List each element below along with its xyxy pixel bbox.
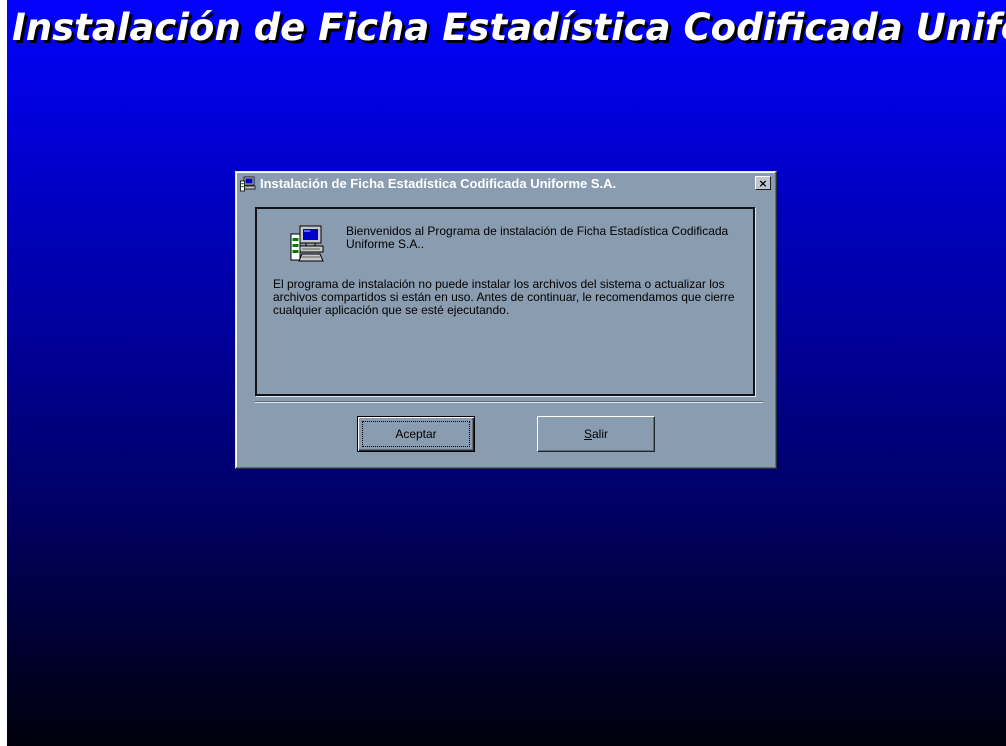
instructions-text: El programa de instalación no puede inst… bbox=[273, 277, 735, 317]
exit-mnemonic: S bbox=[583, 427, 592, 441]
exit-label-rest: alir bbox=[592, 427, 609, 441]
setup-computer-icon bbox=[290, 225, 324, 262]
close-button[interactable]: × bbox=[755, 176, 771, 190]
setup-computer-icon bbox=[240, 176, 256, 192]
welcome-message: Bienvenidos al Programa de instalación d… bbox=[346, 224, 729, 251]
exit-button-label: Salir bbox=[584, 427, 608, 441]
setup-background: Instalación de Ficha Estadística Codific… bbox=[7, 0, 1006, 746]
exit-button[interactable]: Salir bbox=[537, 416, 655, 452]
setup-dialog: Instalación de Ficha Estadística Codific… bbox=[235, 171, 777, 469]
accept-button[interactable]: Aceptar bbox=[357, 416, 475, 452]
separator-line bbox=[255, 401, 763, 403]
accept-button-label: Aceptar bbox=[395, 427, 437, 441]
setup-banner-title: Instalación de Ficha Estadística Codific… bbox=[12, 6, 1006, 49]
message-panel: Bienvenidos al Programa de instalación d… bbox=[255, 207, 755, 396]
dialog-titlebar[interactable]: Instalación de Ficha Estadística Codific… bbox=[238, 174, 774, 194]
close-icon: × bbox=[758, 176, 768, 190]
dialog-title: Instalación de Ficha Estadística Codific… bbox=[260, 176, 617, 191]
